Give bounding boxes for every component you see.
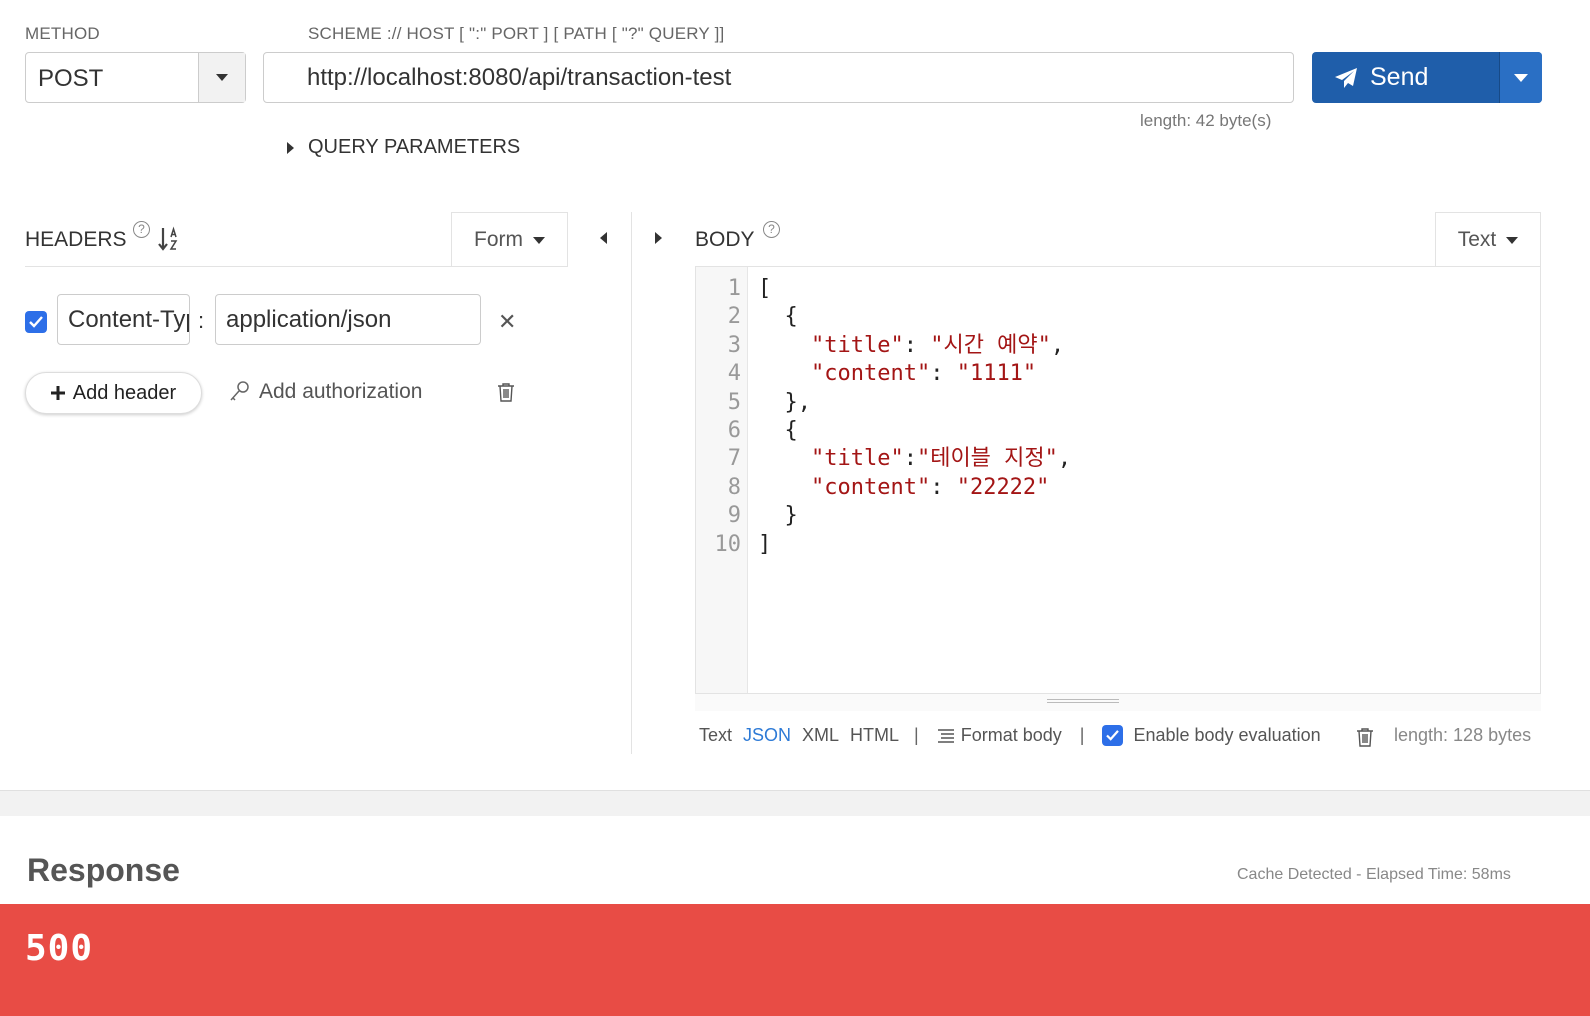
chevron-down-icon xyxy=(1506,236,1519,244)
send-label: Send xyxy=(1370,63,1429,91)
line-number: 1 xyxy=(727,276,741,301)
code-line: "content": "1111" xyxy=(810,361,1037,387)
caret-right-icon xyxy=(287,141,294,154)
method-select[interactable]: POST xyxy=(25,52,246,103)
body-mode-dropdown[interactable]: Text xyxy=(1435,212,1541,267)
chevron-down-icon xyxy=(216,74,228,81)
paper-plane-icon xyxy=(1335,67,1357,88)
code-line: [ xyxy=(758,276,772,301)
line-number: 6 xyxy=(727,418,741,444)
sort-az-icon[interactable] xyxy=(158,226,180,255)
header-name-input[interactable]: Content-Type xyxy=(57,294,190,345)
align-lines-icon xyxy=(937,728,954,743)
toolbar-separator: | xyxy=(914,725,919,745)
url-input[interactable] xyxy=(263,52,1294,103)
header-separator: : xyxy=(198,308,205,333)
format-xml-button[interactable]: XML xyxy=(802,725,839,746)
caret-right-icon xyxy=(655,232,662,244)
code-area[interactable]: [ { "title": "시간 예약", "content": "1111" … xyxy=(748,267,1540,710)
key-icon xyxy=(230,381,249,401)
add-authorization-button[interactable]: Add authorization xyxy=(229,380,422,404)
method-dropdown-button[interactable] xyxy=(198,53,245,102)
body-toolbar: Text JSON XML HTML | Format body | Enabl… xyxy=(699,725,1321,746)
resize-grip-icon[interactable] xyxy=(1047,699,1119,703)
send-button[interactable]: Send xyxy=(1312,52,1499,103)
add-header-label: Add header xyxy=(72,381,177,404)
plus-icon xyxy=(50,386,65,400)
format-body-label: Format body xyxy=(960,725,1062,745)
line-number: 10 xyxy=(714,531,742,557)
line-number: 9 xyxy=(727,503,741,529)
help-icon[interactable]: ? xyxy=(133,221,150,238)
trash-icon[interactable] xyxy=(497,382,515,407)
header-enabled-checkbox[interactable] xyxy=(25,311,47,333)
body-title: BODY xyxy=(695,228,755,251)
response-meta: Cache Detected - Elapsed Time: 58ms xyxy=(1237,866,1511,883)
divider xyxy=(25,266,568,267)
send-options-button[interactable] xyxy=(1499,52,1542,103)
line-number: 4 xyxy=(727,361,741,387)
caret-left-icon xyxy=(600,232,607,244)
headers-title: HEADERS xyxy=(25,228,127,251)
chevron-down-icon xyxy=(533,236,545,244)
line-number: 5 xyxy=(727,389,741,415)
query-parameters-toggle[interactable]: QUERY PARAMETERS xyxy=(287,136,520,159)
code-line: { xyxy=(758,418,798,444)
body-editor[interactable]: 1 2 3 4 5 6 7 8 9 10 [ { "title": "시간 예약", "conte… xyxy=(695,266,1541,711)
format-body-button[interactable]: Format body xyxy=(937,725,1062,746)
url-label: SCHEME :// HOST [ ":" PORT ] [ PATH [ "?… xyxy=(308,24,725,43)
toolbar-separator: | xyxy=(1079,725,1085,745)
response-title: Response xyxy=(27,852,180,888)
code-line: } xyxy=(758,503,798,529)
query-parameters-label: QUERY PARAMETERS xyxy=(308,136,521,158)
add-header-button[interactable]: Add header xyxy=(25,372,202,414)
method-label: METHOD xyxy=(25,24,100,43)
format-html-button[interactable]: HTML xyxy=(850,725,899,746)
chevron-down-icon xyxy=(1514,73,1528,82)
code-line: "content": "22222" xyxy=(810,474,1050,500)
status-bar xyxy=(0,904,1590,1016)
headers-mode-value: Form xyxy=(474,228,523,251)
format-json-button[interactable]: JSON xyxy=(743,725,791,746)
add-authorization-label: Add authorization xyxy=(259,380,423,403)
line-number: 2 xyxy=(727,304,741,330)
headers-mode-dropdown[interactable]: Form xyxy=(451,212,568,267)
line-number: 3 xyxy=(727,332,741,358)
panel-divider[interactable] xyxy=(631,212,632,754)
code-line: "title":"테이블 지정", xyxy=(810,446,1072,472)
url-length: length: 42 byte(s) xyxy=(1140,111,1272,130)
format-text-button[interactable]: Text xyxy=(699,725,732,746)
code-line: "title": "시간 예약", xyxy=(810,332,1065,358)
line-number-gutter: 1 2 3 4 5 6 7 8 9 10 xyxy=(696,267,748,710)
collapse-body-button[interactable] xyxy=(655,232,662,244)
trash-icon[interactable] xyxy=(1356,727,1374,752)
code-line: }, xyxy=(758,389,811,415)
body-mode-value: Text xyxy=(1457,228,1497,251)
enable-eval-checkbox[interactable] xyxy=(1102,725,1124,746)
header-value-input[interactable]: application/json xyxy=(215,294,481,345)
line-number: 8 xyxy=(727,474,741,500)
send-button-group[interactable]: Send xyxy=(1312,52,1542,103)
method-value: POST xyxy=(38,65,104,92)
remove-header-icon[interactable]: ✕ xyxy=(498,309,516,335)
status-code: 500 xyxy=(25,928,94,969)
check-icon xyxy=(29,316,43,328)
section-separator xyxy=(0,790,1590,816)
enable-eval-label: Enable body evaluation xyxy=(1133,725,1321,745)
collapse-headers-button[interactable] xyxy=(600,232,607,244)
line-number: 7 xyxy=(727,446,741,472)
help-icon[interactable]: ? xyxy=(763,221,780,238)
check-icon xyxy=(1106,730,1120,741)
code-line: ] xyxy=(758,531,772,557)
code-line: { xyxy=(758,304,798,330)
body-length: length: 128 bytes xyxy=(1394,725,1532,745)
